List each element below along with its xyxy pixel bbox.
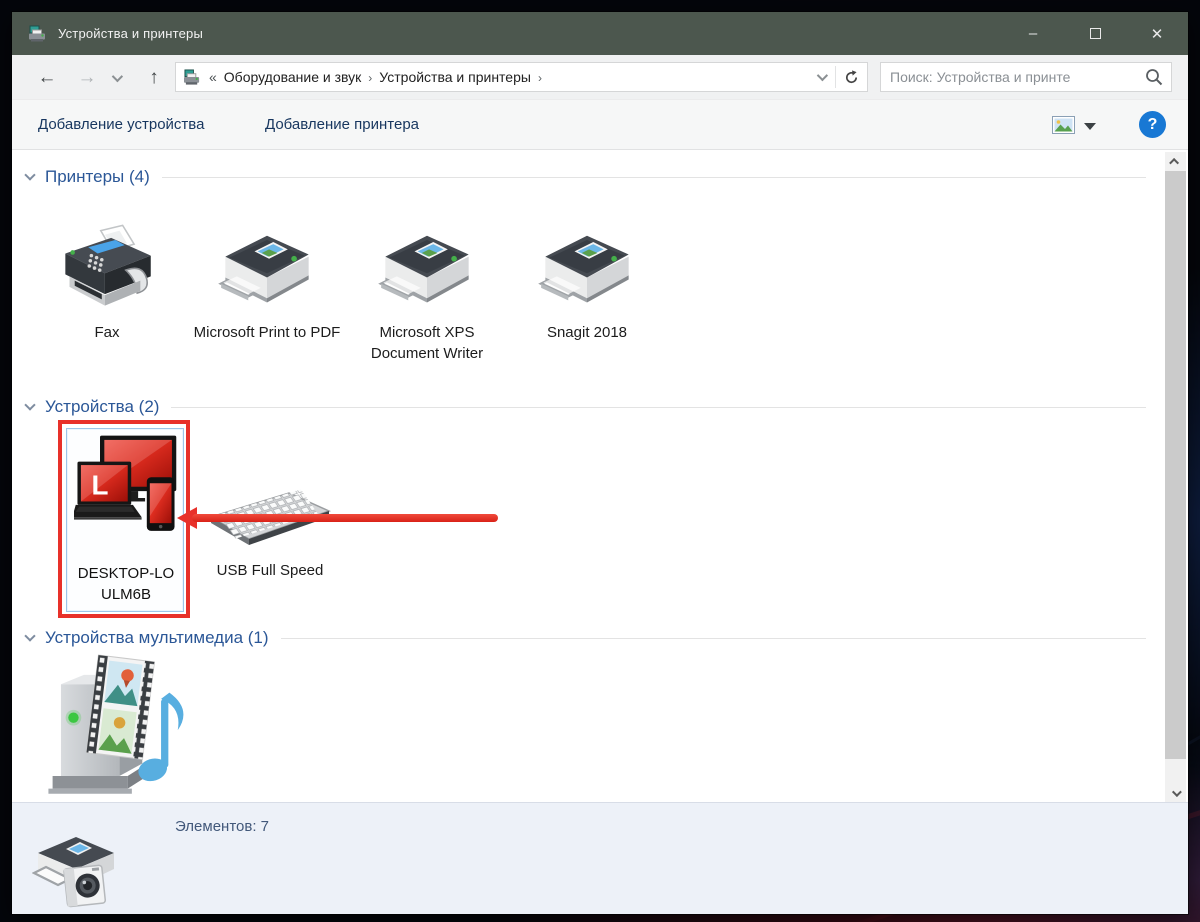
recent-locations-button[interactable] <box>106 55 126 100</box>
multimedia-device-item[interactable] <box>38 653 188 799</box>
section-rule <box>280 637 1146 639</box>
printer-item-fax[interactable]: Fax <box>27 214 187 386</box>
collapse-chevron-icon[interactable] <box>24 399 36 411</box>
chevron-down-icon <box>111 70 124 82</box>
collapse-chevron-icon[interactable] <box>24 630 36 642</box>
forward-button[interactable]: → <box>72 55 102 100</box>
section-rule <box>161 176 1146 178</box>
maximize-button[interactable] <box>1064 12 1126 55</box>
devices-printers-location-icon <box>183 69 202 86</box>
breadcrumb-overflow-chevrons[interactable]: « <box>209 69 217 85</box>
help-button[interactable]: ? <box>1139 111 1166 138</box>
forward-icon: → <box>77 66 97 88</box>
printer-item-snagit[interactable]: Snagit 2018 <box>507 214 667 386</box>
printer-item-print-to-pdf[interactable]: Microsoft Print to PDF <box>187 214 347 386</box>
minimize-icon: – <box>1028 25 1038 42</box>
items-view: Принтеры (4) Fax Microsoft Print to PDF … <box>12 150 1188 802</box>
fax-machine-icon <box>57 222 157 310</box>
navigation-bar: ← → ↑ « Оборудование и звук › Устройства… <box>12 55 1188 100</box>
media-server-icon <box>38 653 184 799</box>
section-header-devices[interactable]: Устройства (2) <box>24 394 1146 420</box>
devices-printers-app-icon <box>28 25 48 43</box>
refresh-button[interactable] <box>836 63 867 91</box>
add-printer-button[interactable]: Добавление принтера <box>265 100 419 150</box>
address-dropdown-button[interactable] <box>807 63 835 91</box>
chevron-down-icon <box>816 69 829 82</box>
window-title: Устройства и принтеры <box>58 26 204 41</box>
section-title: Принтеры (4) <box>45 167 150 186</box>
change-view-button[interactable] <box>1052 116 1075 134</box>
window-controls: – ✕ <box>1002 12 1188 55</box>
section-header-printers[interactable]: Принтеры (4) <box>24 164 1146 190</box>
item-label: Microsoft XPS Document Writer <box>370 324 484 362</box>
close-icon: ✕ <box>1150 25 1164 43</box>
scroll-up-button[interactable] <box>1165 152 1186 170</box>
search-input[interactable] <box>881 69 1144 85</box>
devices-and-printers-window: Устройства и принтеры – ✕ ← → ↑ « Оборуд… <box>12 12 1188 914</box>
maximize-icon <box>1089 28 1101 39</box>
collapse-chevron-icon[interactable] <box>24 169 36 181</box>
back-icon: ← <box>37 66 57 88</box>
vertical-scrollbar[interactable] <box>1165 152 1186 802</box>
search-box <box>880 62 1172 92</box>
section-title: Устройства мультимедиа (1) <box>45 628 269 647</box>
section-rule <box>171 406 1146 408</box>
chevron-up-icon <box>1169 157 1180 168</box>
refresh-icon <box>844 70 859 85</box>
annotation-highlight-box <box>58 420 190 618</box>
breadcrumb-item-devices-printers[interactable]: Устройства и принтеры <box>379 69 531 85</box>
breadcrumb-separator-icon[interactable]: › <box>368 70 372 85</box>
arrow-shaft <box>192 514 498 522</box>
device-item-usb-full-speed[interactable]: USB Full Speed <box>195 442 345 618</box>
printer-icon <box>217 223 317 309</box>
up-button[interactable]: ↑ <box>140 55 168 100</box>
add-device-button[interactable]: Добавление устройства <box>38 100 204 150</box>
breadcrumb-item-hardware-sound[interactable]: Оборудование и звук <box>224 69 362 85</box>
item-label: USB Full Speed <box>216 562 324 579</box>
breadcrumb-separator-icon[interactable]: › <box>538 70 542 85</box>
section-header-multimedia[interactable]: Устройства мультимедиа (1) <box>24 625 1146 651</box>
printer-camera-icon <box>32 825 128 914</box>
printer-icon <box>537 223 637 309</box>
up-icon: ↑ <box>149 66 159 88</box>
minimize-button[interactable]: – <box>1002 12 1064 55</box>
scroll-down-button[interactable] <box>1165 784 1186 802</box>
printer-icon <box>377 223 477 309</box>
item-label: Fax <box>94 324 120 341</box>
scrollbar-thumb[interactable] <box>1165 171 1186 759</box>
printer-item-xps-writer[interactable]: Microsoft XPS Document Writer <box>347 214 507 386</box>
back-button[interactable]: ← <box>32 55 62 100</box>
view-dropdown-caret-icon[interactable] <box>1084 123 1096 130</box>
close-button[interactable]: ✕ <box>1126 12 1188 55</box>
items-count-label: Элементов: 7 <box>175 818 270 835</box>
section-title: Устройства (2) <box>45 397 160 416</box>
address-bar[interactable]: « Оборудование и звук › Устройства и при… <box>175 62 868 92</box>
details-pane: Элементов: 7 <box>12 802 1188 914</box>
item-label: Snagit 2018 <box>546 324 628 341</box>
item-label: Microsoft Print to PDF <box>193 324 341 341</box>
breadcrumb: « Оборудование и звук › Устройства и при… <box>176 63 807 91</box>
question-mark-icon: ? <box>1147 115 1158 133</box>
command-toolbar: Добавление устройства Добавление принтер… <box>12 100 1188 150</box>
search-icon[interactable] <box>1144 67 1164 87</box>
annotation-arrow <box>177 507 500 529</box>
chevron-down-icon <box>1171 786 1182 797</box>
titlebar[interactable]: Устройства и принтеры – ✕ <box>12 12 1188 55</box>
